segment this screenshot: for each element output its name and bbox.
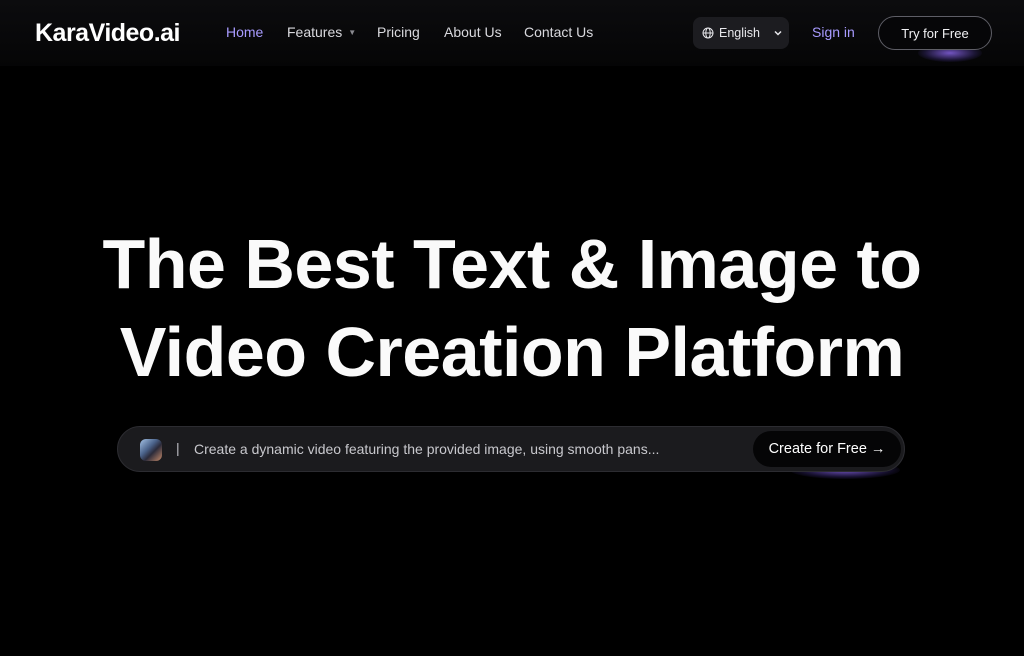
nav-features-label: Features — [287, 24, 343, 40]
language-label: English — [719, 26, 760, 40]
nav-features[interactable]: Features ▼ — [287, 24, 356, 40]
hero-heading-line-1: The Best Text & Image to — [102, 225, 922, 303]
logo[interactable]: KaraVideo.ai — [35, 19, 181, 48]
globe-icon — [702, 27, 714, 39]
hero-heading-line-2: Video Creation Platform — [119, 313, 905, 391]
hero-heading: The Best Text & Image to Video Creation … — [0, 220, 1024, 396]
try-for-free-button[interactable]: Try for Free — [878, 16, 992, 50]
chevron-down-icon: ▼ — [348, 28, 357, 37]
image-thumbnail[interactable] — [140, 439, 162, 461]
create-for-free-button[interactable]: Create for Free → — [753, 431, 901, 467]
nav-home[interactable]: Home — [226, 24, 263, 40]
nav-contact-us[interactable]: Contact Us — [524, 24, 593, 40]
sign-in-link[interactable]: Sign in — [812, 24, 855, 40]
nav-about-us[interactable]: About Us — [444, 24, 502, 40]
nav-pricing[interactable]: Pricing — [377, 24, 420, 40]
language-selector[interactable]: English — [693, 17, 789, 49]
chevron-down-icon — [774, 30, 782, 36]
prompt-input[interactable]: Create a dynamic video featuring the pro… — [194, 441, 659, 457]
text-cursor: | — [176, 440, 180, 456]
prompt-bar: | Create a dynamic video featuring the p… — [117, 426, 905, 472]
